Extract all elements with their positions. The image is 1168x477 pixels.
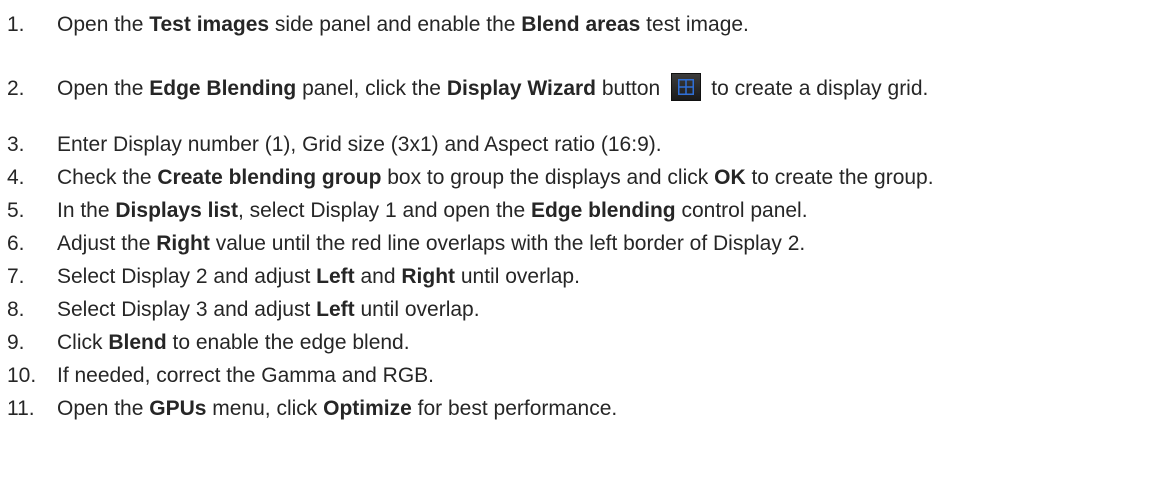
step-2: 2. Open the Edge Blending panel, click th… (0, 73, 928, 102)
step-3: 3. Enter Display number (1), Grid size (3… (0, 132, 662, 158)
step-text: Select Display 2 and adjust (57, 265, 317, 288)
display-wizard-grid-icon (671, 73, 702, 101)
ui-term-display-wizard: Display Wizard (446, 77, 597, 100)
step-number: 10. (7, 364, 37, 387)
step-number: 9. (7, 331, 25, 354)
instruction-list: 1. Open the Test images side panel and en… (0, 0, 1168, 477)
step-4: 4. Check the Create blending group box to… (0, 165, 934, 191)
step-text: until overlap. (354, 298, 480, 321)
step-text: Enter Display number (1), Grid size (3x1… (57, 133, 662, 156)
ui-term-edge-blending-panel: Edge blending (530, 199, 676, 222)
step-number: 4. (7, 166, 25, 189)
ui-term-test-images: Test images (149, 13, 270, 36)
step-number: 1. (7, 13, 25, 36)
step-text: Click (57, 331, 109, 354)
ui-term-gpus: GPUs (149, 397, 207, 420)
ui-term-displays-list: Displays list (115, 199, 238, 222)
step-number: 6. (7, 232, 25, 255)
ui-term-blend: Blend (108, 331, 167, 354)
step-text: Adjust the (57, 232, 157, 255)
step-8: 8. Select Display 3 and adjust Left until… (0, 297, 480, 323)
step-number: 3. (7, 133, 25, 156)
step-text: menu, click (206, 397, 324, 420)
step-9: 9. Click Blend to enable the edge blend. (0, 330, 410, 356)
step-text: Open the (57, 397, 150, 420)
step-number: 5. (7, 199, 25, 222)
step-text: for best performance. (411, 397, 618, 420)
step-text: In the (57, 199, 116, 222)
step-text: Open the (57, 13, 150, 36)
ui-term-left: Left (316, 265, 355, 288)
ui-term-create-blending-group: Create blending group (157, 166, 382, 189)
step-number: 7. (7, 265, 25, 288)
step-text: panel, click the (296, 77, 447, 100)
step-text: Open the (57, 77, 150, 100)
step-text: to create the group. (745, 166, 934, 189)
ui-term-right: Right (401, 265, 456, 288)
step-11: 11. Open the GPUs menu, click Optimize fo… (0, 396, 617, 422)
step-text: side panel and enable the (269, 13, 522, 36)
ui-term-edge-blending: Edge Blending (149, 77, 297, 100)
step-number: 8. (7, 298, 25, 321)
step-10: 10. If needed, correct the Gamma and RGB. (0, 363, 434, 389)
ui-term-right: Right (156, 232, 210, 255)
ui-term-left: Left (316, 298, 355, 321)
step-text: to create a display grid. (711, 77, 929, 100)
step-5: 5. In the Displays list, select Display 1… (0, 198, 808, 224)
ui-term-blend-areas: Blend areas (521, 13, 641, 36)
step-text: and (354, 265, 402, 288)
step-text: Check the (57, 166, 158, 189)
step-6: 6. Adjust the Right value until the red l… (0, 231, 805, 257)
step-text: value until the red line overlaps with t… (209, 232, 806, 255)
step-text: Select Display 3 and adjust (57, 298, 317, 321)
step-1: 1. Open the Test images side panel and en… (0, 12, 749, 38)
ui-term-ok: OK (714, 166, 746, 189)
step-text: test image. (640, 13, 749, 36)
step-text: until overlap. (455, 265, 580, 288)
step-text: button (596, 77, 661, 100)
step-text: box to group the displays and click (381, 166, 715, 189)
step-7: 7. Select Display 2 and adjust Left and R… (0, 264, 580, 290)
step-number: 2. (7, 77, 25, 100)
ui-term-optimize: Optimize (323, 397, 412, 420)
step-text: control panel. (675, 199, 808, 222)
step-text: , select Display 1 and open the (237, 199, 531, 222)
step-text: If needed, correct the Gamma and RGB. (57, 364, 435, 387)
step-text: to enable the edge blend. (166, 331, 410, 354)
step-number: 11. (7, 397, 35, 420)
